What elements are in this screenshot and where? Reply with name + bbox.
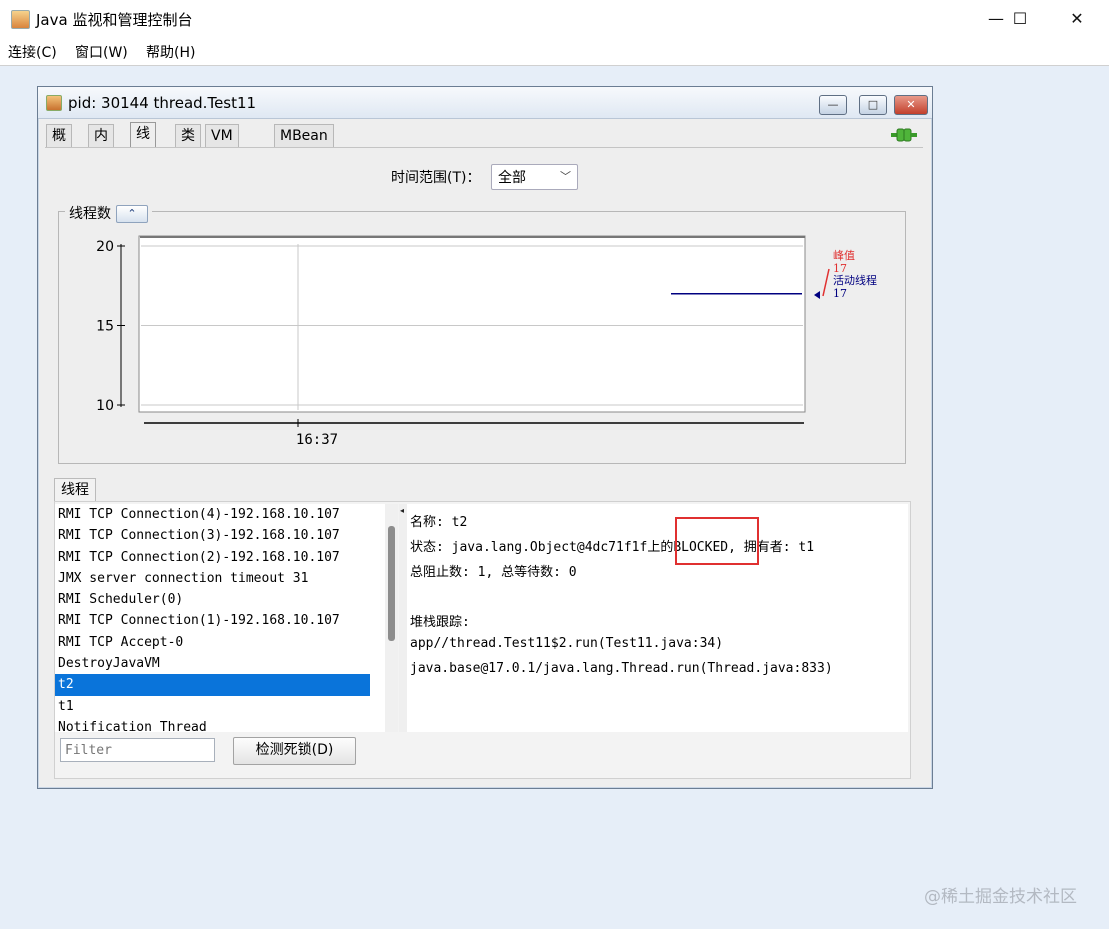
detail-counts: 总阻止数: 1, 总等待数: 0 <box>410 565 577 580</box>
frame-title: pid: 30144 thread.Test11 <box>68 94 257 112</box>
thread-list-item[interactable]: RMI TCP Connection(3)-192.168.10.107 <box>55 525 385 546</box>
y-tick-label: 20 <box>96 239 114 255</box>
thread-list-item[interactable]: DestroyJavaVM <box>55 653 385 674</box>
tab-memory[interactable]: 内存 <box>88 124 114 166</box>
thread-list-item[interactable]: RMI TCP Connection(4)-192.168.10.107 <box>55 504 385 525</box>
thread-list-item[interactable]: Notification Thread <box>55 717 385 732</box>
thread-filter-input[interactable] <box>60 738 215 762</box>
thread-list-item[interactable]: RMI Scheduler(0) <box>55 589 385 610</box>
thread-list-scrollbar[interactable] <box>385 504 398 732</box>
watermark: @稀土掘金技术社区 <box>924 887 1077 907</box>
x-tick-label: 16:37 <box>296 432 338 448</box>
detail-name: 名称: t2 <box>410 515 468 530</box>
connection-plug-icon <box>891 128 917 142</box>
window-titlebar: Java 监视和管理控制台 — ☐ ✕ <box>0 0 1109 39</box>
thread-list[interactable]: RMI TCP Connection(4)-192.168.10.107 RMI … <box>55 504 385 732</box>
menu-help[interactable]: 帮助(H) <box>146 42 195 62</box>
maximize-button[interactable]: ☐ <box>997 0 1043 38</box>
legend-value-active: 17 <box>833 287 847 300</box>
plot-area <box>138 235 806 413</box>
close-button[interactable]: ✕ <box>1054 0 1100 38</box>
legend-label-peak: 峰值 <box>833 249 855 262</box>
connection-frame: pid: 30144 thread.Test11 — □ ✕ 概览 内存 线程 … <box>37 86 933 789</box>
y-tick-label: 10 <box>96 398 114 414</box>
blocked-highlight-box <box>675 517 759 565</box>
tab-classes[interactable]: 类 <box>175 124 201 147</box>
menu-bar: 连接(C) 窗口(W) 帮助(H) <box>0 38 1109 66</box>
frame-close-button[interactable]: ✕ <box>894 95 928 115</box>
thread-count-chart-group: 线程数 ⌃ 20 15 10 16:37 峰值 17 活动线程 17 <box>58 203 906 464</box>
java-cup-icon <box>46 95 62 111</box>
thread-list-item[interactable]: t1 <box>55 696 385 717</box>
frame-minimize-button[interactable]: — <box>819 95 847 115</box>
frame-maximize-button[interactable]: □ <box>859 95 887 115</box>
legend-marker-peak <box>822 268 830 297</box>
stack-trace-header: 堆栈跟踪: <box>410 615 470 630</box>
chevron-down-icon: ﹀ <box>560 170 571 183</box>
divider-arrow-icon[interactable]: ◂ <box>400 506 404 515</box>
menu-connect[interactable]: 连接(C) <box>8 42 57 62</box>
thread-list-item[interactable]: RMI TCP Accept-0 <box>55 632 385 653</box>
time-range-label: 时间范围(T)： <box>391 170 481 186</box>
thread-detail-pane: 名称: t2 状态: java.lang.Object@4dc71f1f上的BL… <box>407 504 908 732</box>
threads-panel: RMI TCP Connection(4)-192.168.10.107 RMI … <box>54 501 911 779</box>
thread-list-item[interactable]: RMI TCP Connection(1)-192.168.10.107 <box>55 610 385 631</box>
window-title: Java 监视和管理控制台 <box>36 11 193 29</box>
threads-tab-content: 时间范围(T)： 全部 ﹀ 线程数 ⌃ 20 15 10 16:37 峰值 17 活动线程 17… <box>45 147 923 782</box>
thread-count-chart: 20151016:37峰值17活动线程17 <box>96 235 877 448</box>
tab-threads[interactable]: 线程 <box>130 122 156 164</box>
java-app-icon <box>11 10 30 29</box>
time-range-value: 全部 <box>498 170 526 186</box>
tab-overview[interactable]: 概览 <box>46 124 72 166</box>
legend-label-active: 活动线程 <box>833 273 877 287</box>
thread-list-item[interactable]: JMX server connection timeout 31 <box>55 568 385 589</box>
y-tick-label: 15 <box>96 319 114 335</box>
threads-list-tab[interactable]: 线程 <box>54 478 96 501</box>
detect-deadlock-button[interactable]: 检测死锁(D) <box>233 737 356 765</box>
stack-frame: java.base@17.0.1/java.lang.Thread.run(Th… <box>410 661 833 676</box>
thread-list-item[interactable]: t2 <box>55 674 370 696</box>
time-range-select[interactable]: 全部 ﹀ <box>491 164 578 190</box>
menu-window[interactable]: 窗口(W) <box>75 42 128 62</box>
frame-titlebar: pid: 30144 thread.Test11 — □ ✕ <box>38 87 932 119</box>
stack-frame: app//thread.Test11$2.run(Test11.java:34) <box>410 636 724 651</box>
thread-list-item[interactable]: RMI TCP Connection(2)-192.168.10.107 <box>55 547 385 568</box>
legend-marker-active <box>814 291 820 299</box>
scrollbar-thumb[interactable] <box>388 526 395 641</box>
tab-vm-summary[interactable]: VM 概要 <box>205 124 239 188</box>
tab-mbean[interactable]: MBean <box>274 124 334 147</box>
